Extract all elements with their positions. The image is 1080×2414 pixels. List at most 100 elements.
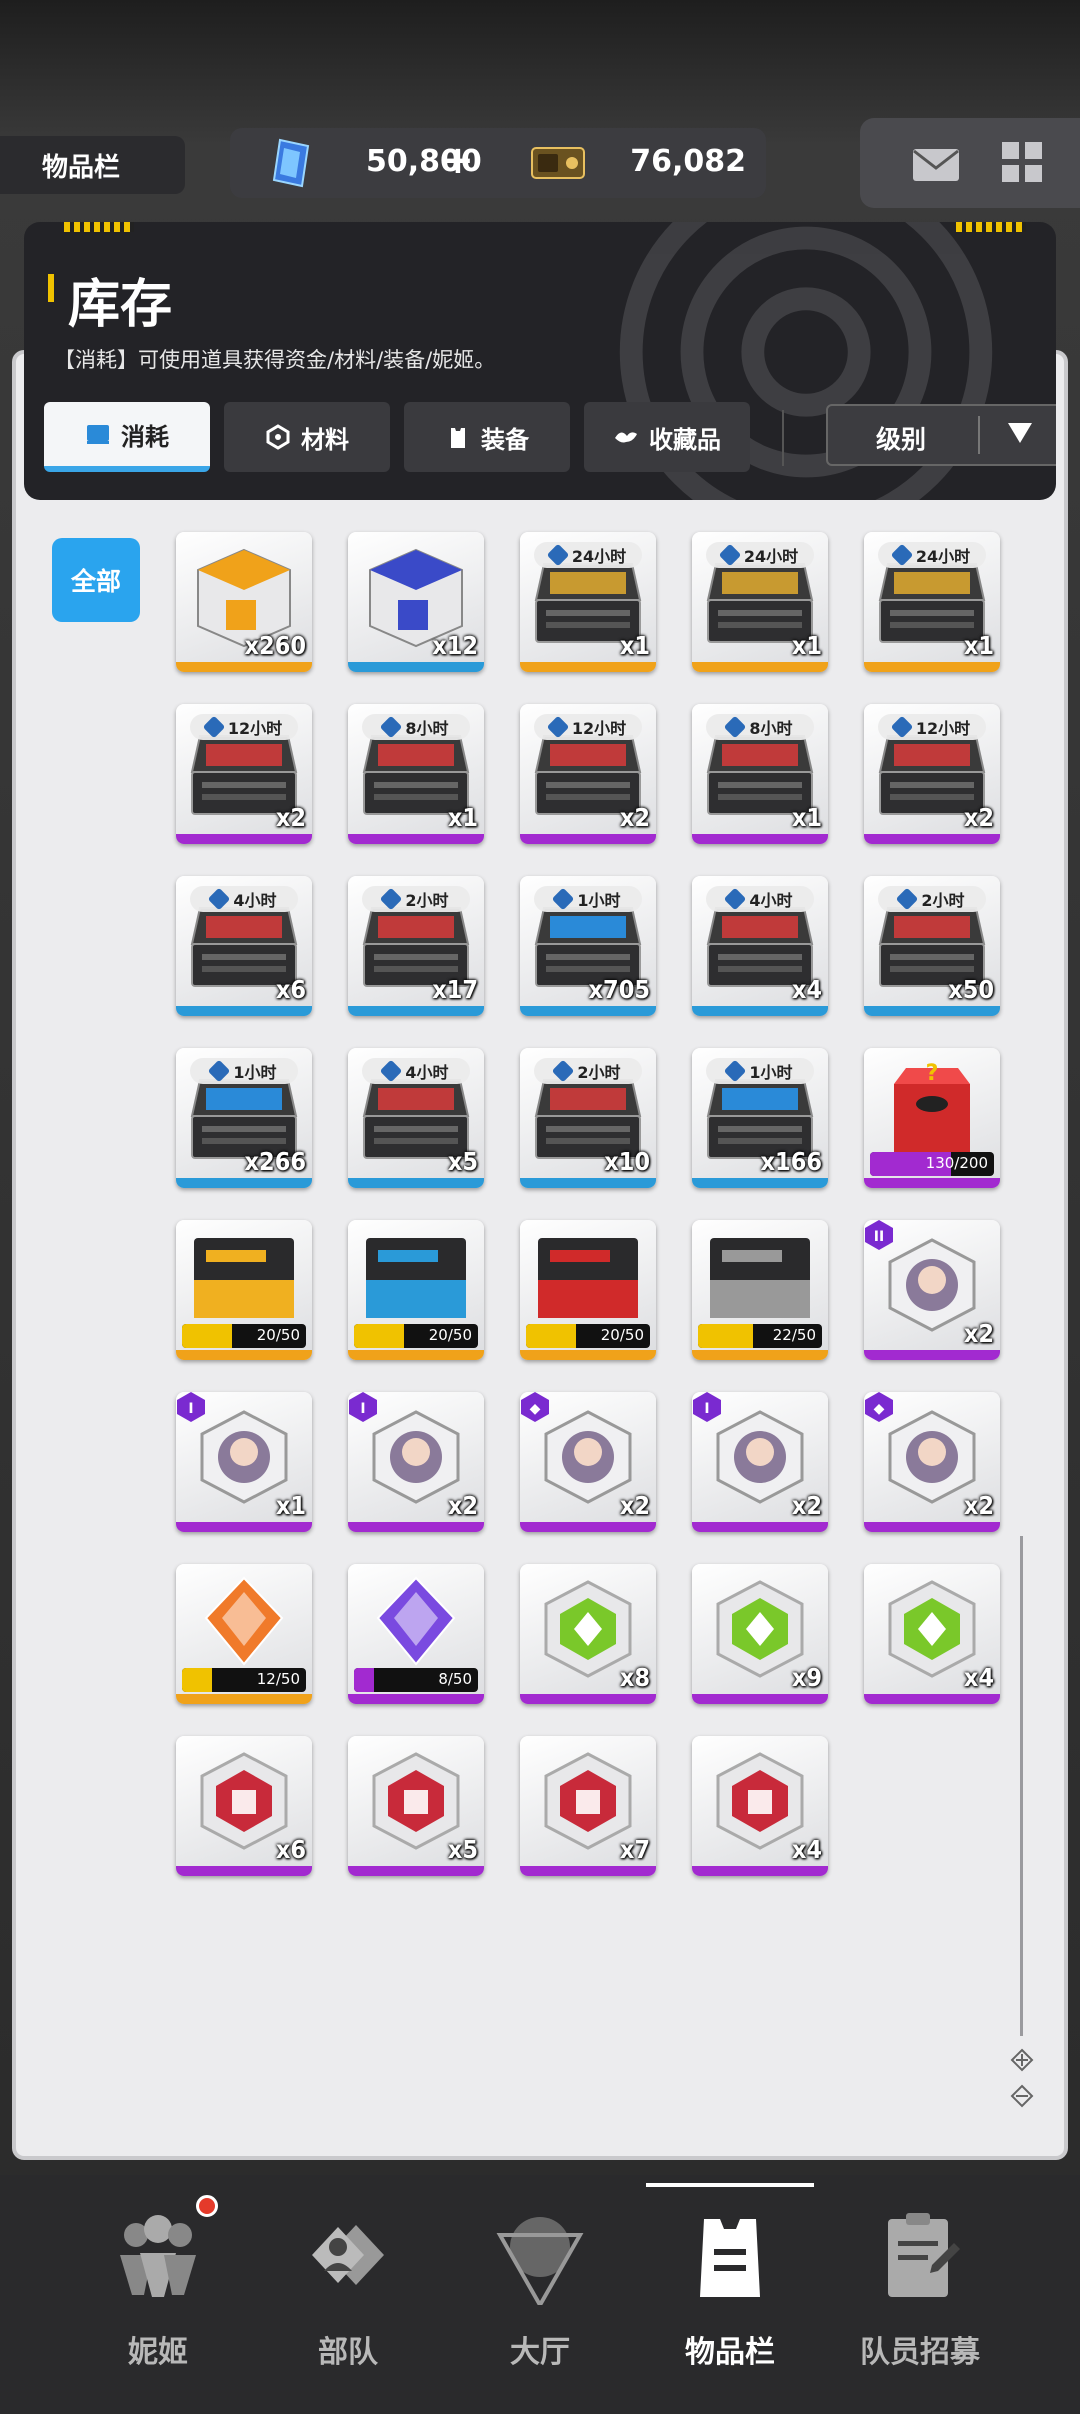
item-slot-green-module-3[interactable]: x4	[864, 1564, 1000, 1704]
item-slot-red-module-2[interactable]: x5	[348, 1736, 484, 1876]
nav-label: 物品栏	[685, 2335, 775, 2370]
scrollbar[interactable]	[1020, 1536, 1023, 2036]
item-slot-case-2h-a[interactable]: 2小时 x17	[348, 876, 484, 1016]
item-quantity: x2	[791, 1491, 822, 1520]
item-slot-case-4h-b[interactable]: 4小时 x4	[692, 876, 828, 1016]
item-slot-ssr-crystal[interactable]: 12/50	[176, 1564, 312, 1704]
system-panel	[860, 118, 1080, 208]
item-slot-case-12h-c[interactable]: 12小时 x2	[864, 704, 1000, 844]
nav-recruit[interactable]: 队员招募	[820, 2175, 1020, 2414]
progress-bar: 12/50	[182, 1668, 306, 1692]
tab-material[interactable]: 材料	[224, 402, 390, 472]
item-slot-case-24h-b[interactable]: 24小时 x1	[692, 532, 828, 672]
duration-label: 12小时	[190, 714, 298, 740]
consumable-icon	[87, 425, 109, 444]
item-slot-nikke-core-6[interactable]: ◆ x2	[864, 1392, 1000, 1532]
nav-squad[interactable]: 部队	[248, 2175, 448, 2414]
cube-icon	[724, 715, 747, 739]
item-quantity: x6	[275, 975, 306, 1004]
progress-text: 20/50	[256, 1326, 300, 1344]
item-quantity: x50	[948, 975, 994, 1004]
nikke-icon	[120, 2215, 196, 2297]
nav-lobby[interactable]: 大厅	[440, 2175, 640, 2414]
menu-grid-icon[interactable]	[1002, 142, 1042, 182]
item-slot-green-module-2[interactable]: x9	[692, 1564, 828, 1704]
cube-icon	[724, 887, 747, 911]
item-slot-case-8h-a[interactable]: 8小时 x1	[348, 704, 484, 844]
cube-icon	[896, 887, 919, 911]
item-slot-nikke-core-3[interactable]: Ix2	[348, 1392, 484, 1532]
item-slot-case-1h-b[interactable]: 1小时 x266	[176, 1048, 312, 1188]
svg-text:II: II	[874, 1229, 884, 1245]
item-slot-case-2h-b[interactable]: 2小时 x50	[864, 876, 1000, 1016]
item-slot-red-module-3[interactable]: x7	[520, 1736, 656, 1876]
tab-collectible[interactable]: 收藏品	[584, 402, 750, 472]
item-slot-sr-crystal[interactable]: 8/50	[348, 1564, 484, 1704]
item-slot-case-4h-a[interactable]: 4小时 x6	[176, 876, 312, 1016]
duration-label: 1小时	[706, 1058, 814, 1084]
item-slot-case-4h-c[interactable]: 4小时 x5	[348, 1048, 484, 1188]
item-slot-lucky-box[interactable]: ? 130/200	[864, 1048, 1000, 1188]
duration-text: 1小时	[577, 891, 621, 910]
item-quantity: x1	[791, 803, 822, 832]
class-badge-icon: I	[176, 1392, 208, 1424]
item-slot-case-12h-b[interactable]: 12小时 x2	[520, 704, 656, 844]
item-slot-green-module-1[interactable]: x8	[520, 1564, 656, 1704]
mail-icon[interactable]	[912, 148, 960, 182]
tab-consumable[interactable]: 消耗	[44, 402, 210, 472]
item-quantity: x2	[619, 803, 650, 832]
progress-fill	[698, 1324, 753, 1348]
duration-label: 4小时	[362, 1058, 470, 1084]
progress-text: 22/50	[772, 1326, 816, 1344]
cube-icon	[552, 1059, 575, 1083]
squad-icon	[312, 2225, 384, 2285]
duration-text: 24小时	[743, 547, 799, 566]
duration-text: 24小时	[915, 547, 971, 566]
item-slot-nikke-core-2[interactable]: Ix1	[176, 1392, 312, 1532]
scroll-up-icon[interactable]	[1010, 2048, 1034, 2072]
tab-label: 消耗	[121, 422, 169, 451]
item-slot-case-1h-a[interactable]: 1小时 x705	[520, 876, 656, 1016]
progress-fill	[354, 1668, 374, 1692]
nav-label: 妮姬	[128, 2335, 188, 2370]
class-badge-icon: ◆	[520, 1392, 552, 1424]
item-slot-blue-supply-box[interactable]: x12	[348, 532, 484, 672]
sort-dropdown[interactable]: 级别	[826, 404, 1056, 466]
item-slot-nikke-core-5[interactable]: Ix2	[692, 1392, 828, 1532]
item-quantity: x2	[963, 1491, 994, 1520]
duration-text: 12小时	[227, 719, 283, 738]
svg-text:I: I	[704, 1401, 709, 1417]
item-slot-nikke-core-1[interactable]: II x2	[864, 1220, 1000, 1360]
gem-icon	[272, 138, 310, 188]
item-quantity: x10	[604, 1147, 650, 1176]
nav-inventory[interactable]: 物品栏	[630, 2175, 830, 2414]
svg-text:◆: ◆	[530, 1401, 541, 1417]
item-slot-case-1h-c[interactable]: 1小时 x166	[692, 1048, 828, 1188]
category-tabs: 消耗 材料 装备 收藏品 级别	[44, 402, 1056, 472]
nav-nikke[interactable]: 妮姬	[58, 2175, 258, 2414]
item-slot-pilgrim-pass[interactable]: 22/50	[692, 1220, 828, 1360]
item-grid: x260 x12 24小时 x1 24小时 x1 24小时 x1 12小时 x2 8小时 x1 12小时…	[176, 532, 1016, 1876]
item-slot-red-module-4[interactable]: x4	[692, 1736, 828, 1876]
chevron-down-icon	[1008, 423, 1032, 443]
item-slot-case-12h-a[interactable]: 12小时 x2	[176, 704, 312, 844]
item-quantity: x705	[588, 975, 650, 1004]
add-gems-button[interactable]: +	[442, 138, 474, 182]
item-slot-missilis-pass[interactable]: 20/50	[348, 1220, 484, 1360]
item-quantity: x2	[619, 1491, 650, 1520]
item-slot-tetra-pass[interactable]: 20/50	[176, 1220, 312, 1360]
item-slot-case-24h-c[interactable]: 24小时 x1	[864, 532, 1000, 672]
item-slot-case-24h-a[interactable]: 24小时 x1	[520, 532, 656, 672]
duration-text: 12小时	[571, 719, 627, 738]
item-slot-case-2h-c[interactable]: 2小时 x10	[520, 1048, 656, 1188]
item-slot-nikke-core-4[interactable]: ◆ x2	[520, 1392, 656, 1532]
item-slot-case-8h-b[interactable]: 8小时 x1	[692, 704, 828, 844]
filter-all-button[interactable]: 全部	[52, 538, 140, 622]
tab-equipment[interactable]: 装备	[404, 402, 570, 472]
corner-stripe	[956, 222, 1026, 232]
item-slot-red-module-1[interactable]: x6	[176, 1736, 312, 1876]
scroll-down-icon[interactable]	[1010, 2084, 1034, 2108]
item-quantity: x17	[432, 975, 478, 1004]
item-slot-orange-supply-box[interactable]: x260	[176, 532, 312, 672]
item-slot-elysion-pass[interactable]: 20/50	[520, 1220, 656, 1360]
